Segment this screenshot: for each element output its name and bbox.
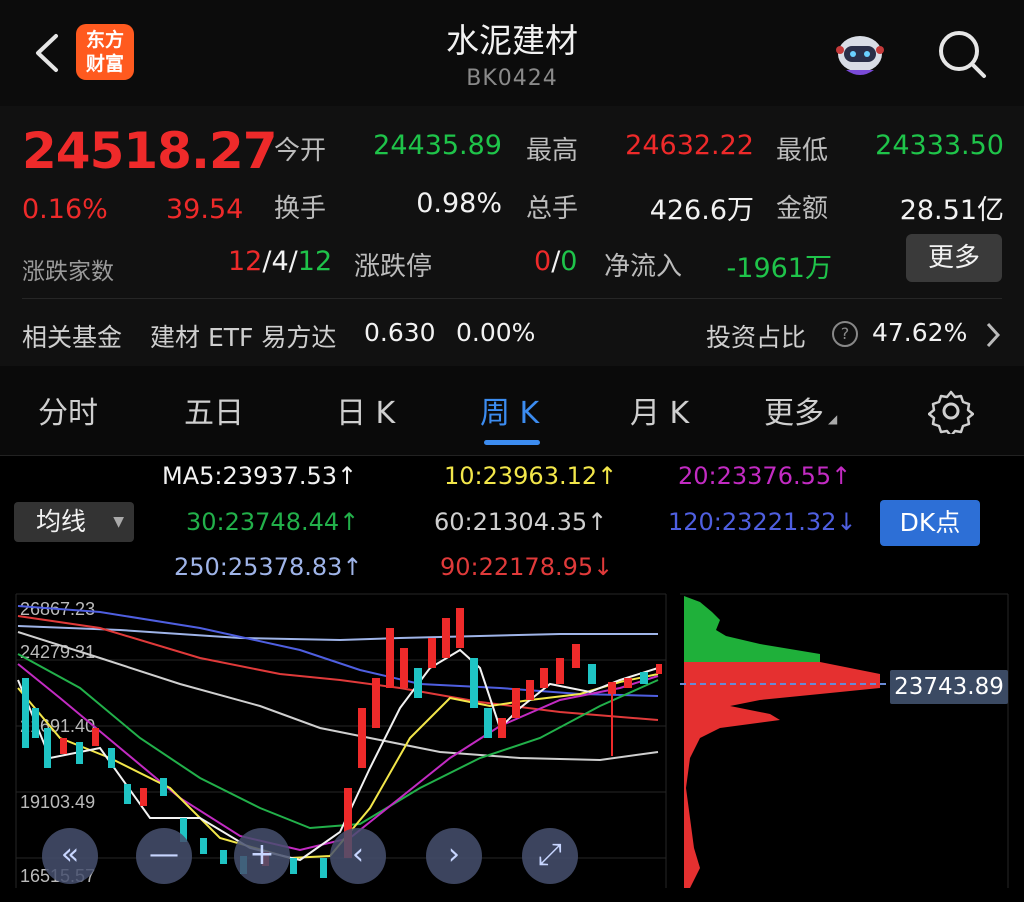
high-label: 最高 — [526, 136, 579, 166]
ma-type-select[interactable]: 均线 ▼ — [14, 502, 134, 542]
tab-weekly-k[interactable]: 周 K — [480, 388, 539, 432]
app-logo: 东方 财富 — [76, 24, 134, 80]
divider — [22, 298, 1002, 299]
ma90-value: 90:22178.95↓ — [440, 553, 614, 581]
ma10-value: 10:23963.12↑ — [444, 462, 618, 490]
tab-intraday[interactable]: 分时 — [38, 388, 98, 432]
fund-price: 0.630 — [364, 318, 436, 347]
dropdown-arrow-icon: ▼ — [113, 514, 124, 530]
current-price-tag: 23743.89 — [890, 670, 1008, 704]
fund-name[interactable]: 建材 ETF 易方达 — [150, 318, 336, 354]
fund-label: 相关基金 — [22, 323, 123, 352]
up-count: 12 — [228, 246, 263, 277]
ma250-value: 250:25378.83↑ — [174, 553, 363, 581]
ma120-value: 120:23221.32↓ — [668, 508, 857, 536]
step-forward-button[interactable]: › — [426, 828, 482, 884]
more-button[interactable]: 更多 — [906, 234, 1002, 282]
current-price: 24518.27 — [22, 122, 278, 180]
period-tabs: 分时 五日 日 K 周 K 月 K 更多 ◢ — [0, 366, 1024, 456]
rewind-button[interactable]: « — [42, 828, 98, 884]
limit-label: 涨跌停 — [354, 252, 433, 282]
step-back-button[interactable]: ‹ — [330, 828, 386, 884]
tab-five-day[interactable]: 五日 — [184, 388, 244, 432]
y-label-4: 19103.49 — [20, 792, 95, 812]
quote-panel: 24518.27 0.16% 39.54 涨跌家数 12/4/12 今开 244… — [0, 106, 1024, 366]
down-count: 12 — [297, 246, 333, 277]
ma20-value: 20:23376.55↑ — [678, 462, 852, 490]
updown-count: 12/4/12 — [228, 246, 333, 277]
invest-value: 47.62% — [872, 318, 968, 347]
volume-profile-green — [684, 596, 820, 662]
active-tab-indicator — [484, 440, 540, 445]
logo-text-top: 东方 — [85, 29, 124, 51]
chevron-right-icon[interactable] — [984, 320, 1002, 350]
help-icon[interactable]: ? — [832, 321, 858, 347]
limit-count: 0/0 — [534, 246, 578, 277]
gear-icon[interactable] — [928, 388, 974, 434]
tab-more[interactable]: 更多 ◢ — [764, 388, 837, 432]
tab-more-label: 更多 — [764, 396, 824, 431]
ma60-value: 60:21304.35↑ — [434, 508, 608, 536]
open-label: 今开 — [274, 136, 327, 166]
dropdown-triangle-icon: ◢ — [828, 412, 838, 426]
search-icon[interactable] — [934, 26, 990, 82]
volume-profile — [680, 596, 890, 888]
high-value: 24632.22 — [625, 130, 754, 161]
ma5-value: MA5:23937.53↑ — [162, 462, 358, 490]
volume-label: 总手 — [526, 194, 579, 224]
k-line-chart[interactable]: 26867.23 24279.31 21691.40 19103.49 1651… — [0, 588, 1024, 902]
change-amount: 39.54 — [166, 194, 244, 225]
tab-monthly-k[interactable]: 月 K — [630, 388, 689, 432]
volume-profile-red — [684, 662, 880, 888]
amount-label: 金额 — [776, 194, 829, 224]
header-bar: 东方 财富 水泥建材 BK0424 — [0, 0, 1024, 106]
sector-code: BK0424 — [466, 66, 558, 91]
ma-lines — [17, 605, 659, 862]
ma-select-label: 均线 — [36, 507, 87, 536]
zoom-in-button[interactable]: + — [234, 828, 290, 884]
change-percent: 0.16% — [22, 194, 108, 225]
limit-up: 0 — [534, 246, 552, 277]
fund-change: 0.00% — [456, 318, 536, 347]
turnover-value: 0.98% — [416, 188, 502, 219]
zoom-out-button[interactable]: — — [136, 828, 192, 884]
robot-assistant-icon[interactable] — [832, 30, 888, 80]
ma30-value: 30:23748.44↑ — [186, 508, 360, 536]
updown-count-label: 涨跌家数 — [22, 259, 114, 285]
turnover-label: 换手 — [274, 194, 327, 224]
netflow-value: -1961万 — [726, 253, 832, 284]
invest-label: 投资占比 — [706, 323, 807, 352]
volume-value: 426.6万 — [649, 195, 754, 226]
netflow-label: 净流入 — [604, 252, 683, 282]
amount-value: 28.51亿 — [899, 195, 1004, 226]
low-label: 最低 — [776, 136, 829, 166]
limit-down: 0 — [560, 246, 578, 277]
low-value: 24333.50 — [875, 130, 1004, 161]
flat-count: 4 — [271, 246, 289, 277]
page-title: 水泥建材 — [446, 21, 578, 60]
tab-daily-k[interactable]: 日 K — [336, 388, 395, 432]
fullscreen-button[interactable]: ⤢ — [522, 828, 578, 884]
open-value: 24435.89 — [373, 130, 502, 161]
logo-text-bottom: 财富 — [85, 53, 124, 75]
dk-point-button[interactable]: DK点 — [880, 500, 980, 546]
back-arrow-icon[interactable] — [28, 30, 68, 76]
